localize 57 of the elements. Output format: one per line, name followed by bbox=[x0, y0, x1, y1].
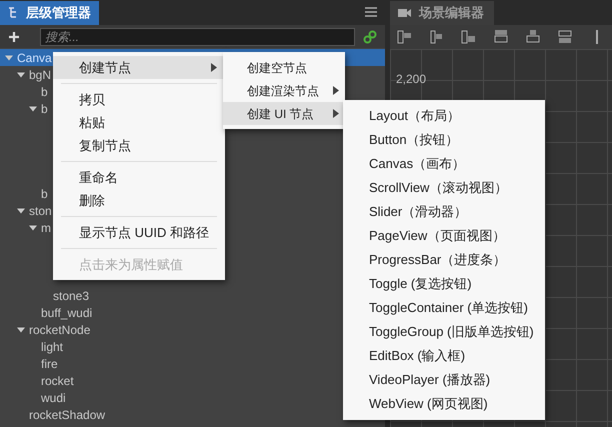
hierarchy-tab[interactable]: 层级管理器 bbox=[0, 1, 99, 25]
align-tool-icon[interactable] bbox=[493, 29, 509, 45]
align-tool-icon[interactable] bbox=[525, 29, 541, 45]
expand-arrow-icon[interactable] bbox=[29, 104, 37, 112]
tree-row[interactable]: buff_wudi bbox=[0, 304, 92, 321]
menu-item[interactable]: 重命名 bbox=[53, 166, 225, 189]
tree-row[interactable]: ston bbox=[0, 202, 52, 219]
menu-item[interactable]: Layout（布局） bbox=[343, 104, 545, 128]
tree-row[interactable]: bgN bbox=[0, 66, 52, 83]
expand-arrow-icon[interactable] bbox=[17, 206, 25, 214]
link-icon[interactable] bbox=[362, 30, 377, 44]
menu-item[interactable]: 创建 UI 节点 bbox=[223, 102, 345, 125]
expand-arrow-icon[interactable] bbox=[5, 54, 13, 62]
axis-label: 2,200 bbox=[396, 72, 426, 86]
tree-row[interactable]: fire bbox=[0, 355, 58, 372]
expand-arrow-icon[interactable] bbox=[17, 326, 25, 334]
menu-item[interactable]: PageView（页面视图） bbox=[343, 224, 545, 248]
menu-item[interactable]: 创建空节点 bbox=[223, 56, 345, 79]
tree-row[interactable]: stone3 bbox=[0, 287, 90, 304]
scene-editor-tab[interactable]: 场景编辑器 bbox=[390, 1, 494, 25]
menu-item[interactable]: 删除 bbox=[53, 189, 225, 212]
menu-item[interactable]: Toggle (复选按钮) bbox=[343, 272, 545, 296]
tree-row[interactable]: wudi bbox=[0, 389, 66, 406]
tree-row[interactable]: b bbox=[0, 83, 48, 100]
menu-item[interactable]: ScrollView（滚动视图） bbox=[343, 176, 545, 200]
menu-item[interactable]: Slider（滑动器） bbox=[343, 200, 545, 224]
menu-item[interactable]: 粘贴 bbox=[53, 111, 225, 134]
menu-item[interactable]: Canvas（画布） bbox=[343, 152, 545, 176]
tree-row[interactable]: m bbox=[0, 219, 51, 236]
menu-item[interactable]: ProgressBar（进度条） bbox=[343, 248, 545, 272]
menu-item[interactable]: 复制节点 bbox=[53, 134, 225, 157]
expand-arrow-icon[interactable] bbox=[17, 70, 25, 78]
add-icon[interactable] bbox=[8, 30, 20, 42]
menu-item[interactable]: ToggleGroup (旧版单选按钮) bbox=[343, 320, 545, 344]
menu-item[interactable]: WebView (网页视图) bbox=[343, 392, 545, 416]
menu-item[interactable]: ToggleContainer (单选按钮) bbox=[343, 296, 545, 320]
menu-item[interactable]: 拷贝 bbox=[53, 88, 225, 111]
tree-row[interactable]: b bbox=[0, 185, 48, 202]
menu-item[interactable]: VideoPlayer (播放器) bbox=[343, 368, 545, 392]
align-tool-icon[interactable] bbox=[461, 29, 477, 45]
menu-item[interactable]: EditBox (输入框) bbox=[343, 344, 545, 368]
menu-item[interactable]: 创建渲染节点 bbox=[223, 79, 345, 102]
tree-row[interactable]: rocketShadow bbox=[0, 406, 106, 423]
menu-item[interactable]: 创建节点 bbox=[53, 56, 225, 79]
tree-row[interactable]: b bbox=[0, 100, 48, 117]
menu-item[interactable]: Button（按钮） bbox=[343, 128, 545, 152]
expand-arrow-icon[interactable] bbox=[29, 224, 37, 232]
menu-icon[interactable] bbox=[364, 7, 377, 17]
tree-row[interactable]: rocket bbox=[0, 372, 74, 389]
align-tool-icon[interactable] bbox=[429, 29, 445, 45]
camera-icon bbox=[398, 8, 411, 18]
align-tool-icon[interactable] bbox=[557, 29, 573, 45]
menu-item[interactable]: 显示节点 UUID 和路径 bbox=[53, 221, 225, 244]
tree-row[interactable]: light bbox=[0, 338, 64, 355]
search-field[interactable]: 搜索... bbox=[40, 28, 355, 46]
align-tool-icon[interactable] bbox=[397, 29, 413, 45]
tree-row[interactable]: rocketNode bbox=[0, 321, 90, 338]
